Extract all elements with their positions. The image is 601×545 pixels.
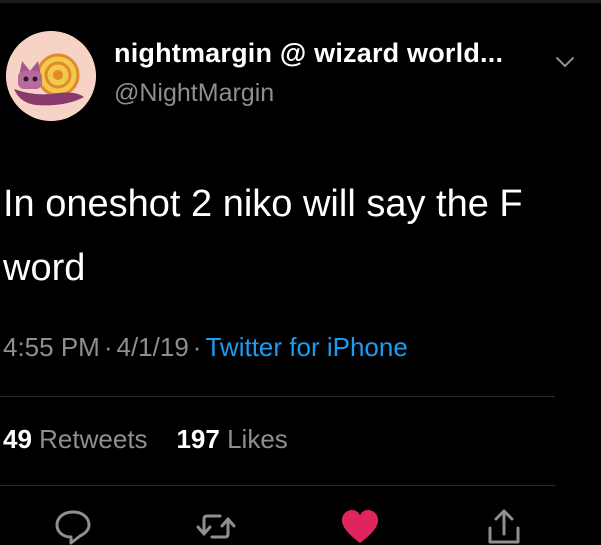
retweets-stat[interactable]: 49 Retweets (3, 424, 148, 454)
user-handle[interactable]: @NightMargin (114, 79, 274, 108)
avatar[interactable] (6, 31, 96, 121)
likes-count: 197 (176, 424, 220, 454)
divider (0, 396, 555, 397)
tweet-stats: 49 Retweets 197 Likes (3, 424, 288, 455)
tweet-date: 4/1/19 (116, 332, 189, 362)
chevron-down-icon[interactable] (553, 50, 577, 74)
avatar-image (6, 31, 96, 121)
retweet-icon (196, 514, 236, 539)
divider (0, 485, 555, 486)
retweets-label: Retweets (39, 424, 148, 454)
display-name[interactable]: nightmargin @ wizard world... (114, 38, 503, 69)
retweet-button[interactable] (196, 508, 236, 545)
reply-icon (55, 510, 91, 545)
tweet-time: 4:55 PM (3, 332, 100, 362)
tweet-source-link[interactable]: Twitter for iPhone (205, 332, 407, 362)
top-edge (0, 0, 601, 3)
likes-stat[interactable]: 197 Likes (176, 424, 287, 454)
retweets-count: 49 (3, 424, 32, 454)
share-button[interactable] (484, 508, 524, 545)
tweet-text: In oneshot 2 niko will say the F word (3, 183, 523, 289)
tweet-metadata: 4:55 PM · 4/1/19 · Twitter for iPhone (3, 332, 408, 363)
reply-button[interactable] (53, 508, 93, 545)
heart-icon (342, 510, 378, 543)
meta-separator: · (192, 332, 202, 362)
like-button[interactable] (340, 508, 380, 545)
share-icon (488, 509, 520, 544)
likes-label: Likes (227, 424, 288, 454)
meta-separator: · (103, 332, 113, 362)
